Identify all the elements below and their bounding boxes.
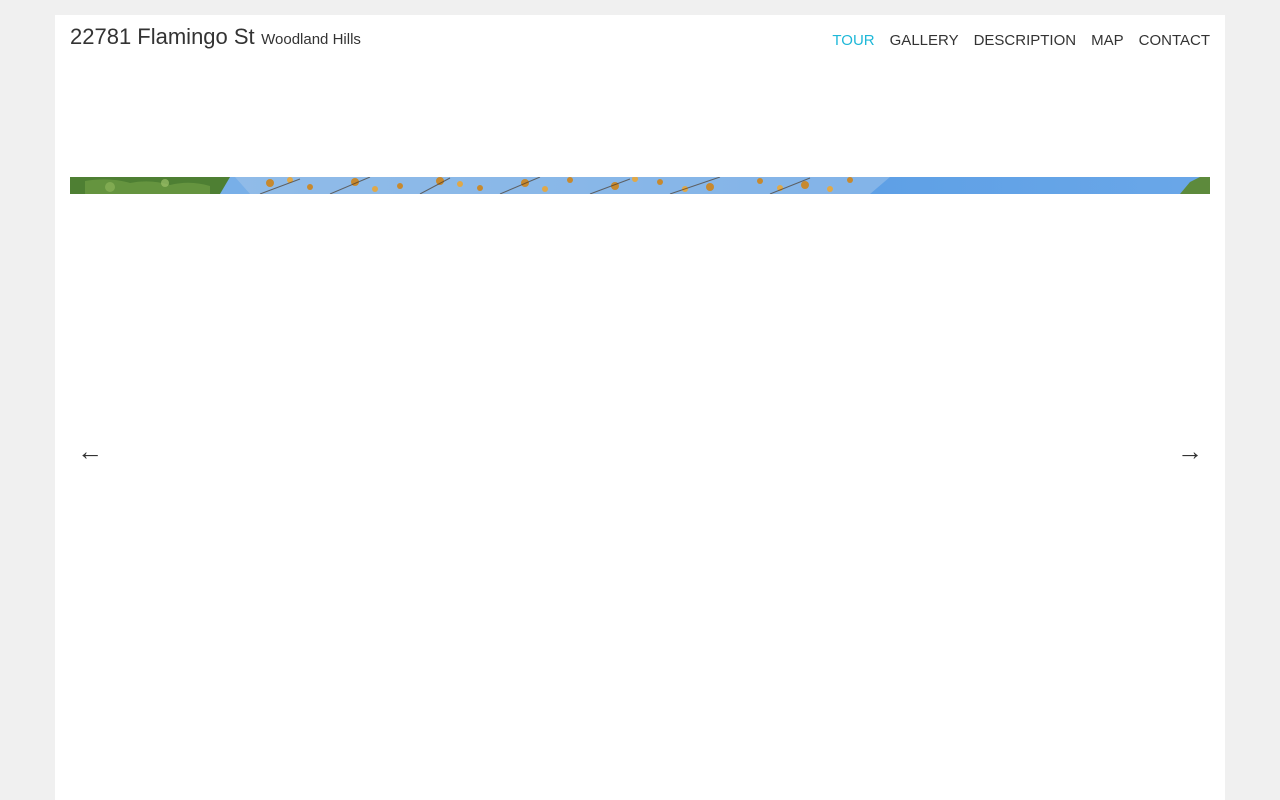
nav-item-contact[interactable]: CONTACT	[1139, 32, 1210, 50]
tour-slide-image	[70, 177, 1210, 194]
listing-address: 22781 Flamingo St	[70, 24, 255, 49]
nav-item-description[interactable]: DESCRIPTION	[974, 32, 1077, 50]
listing-city: Woodland Hills	[261, 31, 361, 48]
nav-item-gallery[interactable]: GALLERY	[890, 32, 959, 50]
nav-item-tour[interactable]: TOUR	[832, 32, 874, 50]
listing-title: 22781 Flamingo St Woodland Hills	[70, 23, 361, 54]
arrow-right-icon[interactable]: →	[1177, 435, 1203, 467]
arrow-left-icon[interactable]: ←	[77, 435, 103, 467]
main-nav: TOUR GALLERY DESCRIPTION MAP CONTACT	[832, 32, 1210, 50]
nav-item-map[interactable]: MAP	[1091, 32, 1124, 50]
page-container: 22781 Flamingo St Woodland Hills TOUR GA…	[55, 15, 1225, 800]
header: 22781 Flamingo St Woodland Hills TOUR GA…	[70, 23, 1210, 63]
